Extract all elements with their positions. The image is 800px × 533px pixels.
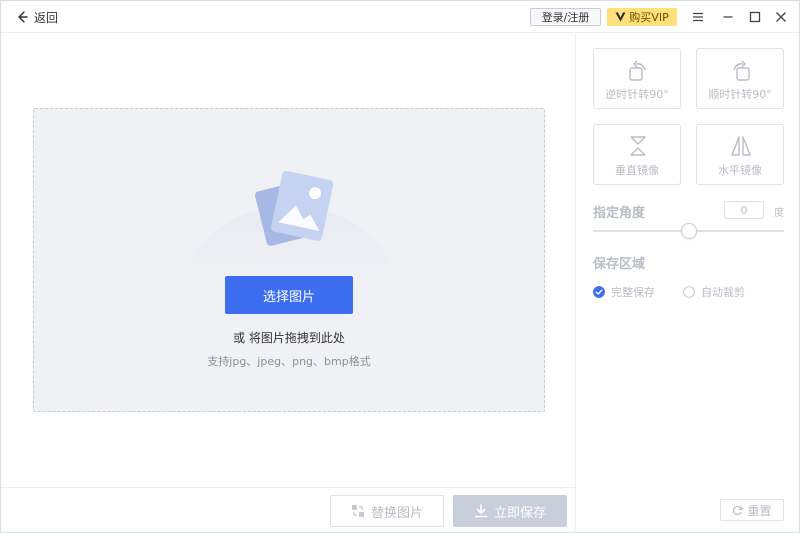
flip-vertical-icon [630, 136, 646, 156]
download-icon [474, 504, 488, 518]
main-area: 选择图片 或 将图片拖拽到此处 支持jpg、jpeg、png、bmp格式 [1, 34, 576, 487]
reset-button[interactable]: 重置 [720, 499, 784, 521]
flip-vertical-button[interactable]: 垂直镜像 [593, 124, 681, 185]
back-label: 返回 [34, 10, 59, 25]
rotate-ccw-label: 逆时针转90° [605, 88, 669, 101]
menu-icon [693, 12, 703, 22]
rotate-cw-button[interactable]: 顺时针转90° [696, 48, 784, 109]
angle-unit: 度 [774, 208, 784, 219]
rotate-ccw-icon [629, 60, 646, 81]
save-full-option[interactable]: 完整保存 [593, 284, 655, 300]
angle-input[interactable]: 0 [724, 201, 764, 219]
rotate-cw-icon [733, 60, 750, 81]
edit-panel: 逆时针转90° 顺时针转90° 垂直镜像 水平镜像 指定角度 0 度 保存区域 … [577, 34, 799, 533]
maximize-icon [749, 11, 761, 23]
menu-button[interactable] [690, 9, 706, 25]
save-now-button[interactable]: 立即保存 [453, 495, 567, 527]
save-area-label: 保存区域 [593, 257, 646, 272]
angle-slider-thumb[interactable] [680, 223, 697, 239]
buy-vip-label: 购买VIP [629, 11, 669, 24]
reset-label: 重置 [747, 503, 772, 518]
vip-logo-icon [615, 12, 626, 22]
close-icon [776, 12, 786, 22]
supported-formats-text: 支持jpg、jpeg、png、bmp格式 [207, 355, 371, 368]
reset-icon [733, 505, 743, 515]
login-register-button[interactable]: 登录/注册 [530, 8, 601, 26]
flip-vertical-label: 垂直镜像 [615, 164, 659, 177]
drag-hint-text: 或 将图片拖拽到此处 [233, 331, 345, 345]
flip-horizontal-label: 水平镜像 [718, 164, 762, 177]
rotate-cw-label: 顺时针转90° [708, 88, 772, 101]
rotate-ccw-button[interactable]: 逆时针转90° [593, 48, 681, 109]
flip-horizontal-button[interactable]: 水平镜像 [696, 124, 784, 185]
auto-crop-option[interactable]: 自动裁剪 [683, 284, 745, 300]
select-image-button[interactable]: 选择图片 [225, 276, 353, 314]
replace-image-button[interactable]: 替换图片 [330, 495, 444, 527]
flip-horizontal-icon [731, 136, 751, 156]
maximize-button[interactable] [747, 9, 763, 25]
image-placeholder-icon [254, 170, 334, 246]
back-arrow-icon [18, 11, 28, 23]
title-bar: 返回 登录/注册 购买VIP [1, 1, 799, 33]
checked-radio-icon [593, 286, 605, 298]
minimize-button[interactable] [720, 9, 736, 25]
save-full-label: 完整保存 [611, 286, 655, 299]
save-now-label: 立即保存 [493, 505, 546, 521]
unchecked-radio-icon [683, 286, 695, 298]
buy-vip-button[interactable]: 购买VIP [607, 8, 677, 26]
image-drop-zone[interactable]: 选择图片 或 将图片拖拽到此处 支持jpg、jpeg、png、bmp格式 [33, 108, 545, 412]
close-button[interactable] [773, 9, 789, 25]
app-window: 返回 登录/注册 购买VIP 选择图片 或 将图片拖拽到此处 支持jpg、jpe… [0, 0, 800, 533]
replace-image-icon [351, 505, 364, 517]
replace-image-label: 替换图片 [370, 505, 423, 521]
angle-section-label: 指定角度 [593, 206, 646, 221]
minimize-icon [723, 16, 733, 18]
back-button[interactable]: 返回 [15, 8, 58, 26]
bottom-bar: 替换图片 立即保存 [1, 487, 576, 533]
auto-crop-label: 自动裁剪 [701, 286, 745, 299]
